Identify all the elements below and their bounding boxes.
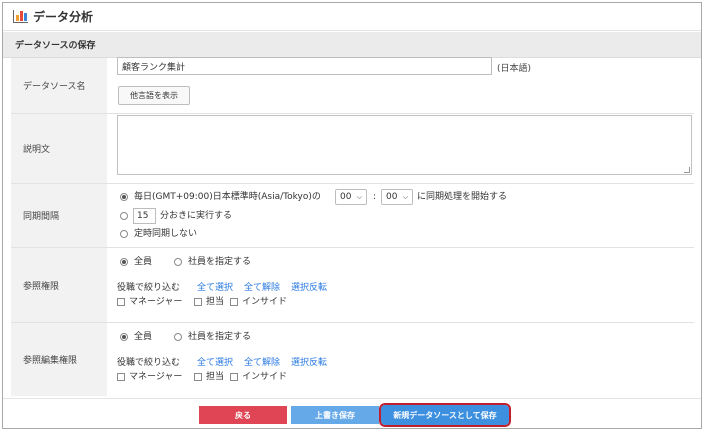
sync-daily-radio[interactable] (120, 193, 128, 201)
edit-invert-link[interactable]: 選択反転 (291, 358, 327, 368)
sync-minute-select[interactable]: 00 ⌵ (381, 189, 413, 205)
description-label: 説明文 (11, 114, 107, 183)
view-role-inside-checkbox[interactable] (230, 298, 238, 306)
edit-role-manager-label: マネージャー (129, 372, 183, 382)
section-header: データソースの保存 (3, 32, 701, 58)
app-title: データ分析 (33, 10, 94, 24)
language-note: (日本語) (497, 64, 532, 74)
edit-deselect-all-link[interactable]: 全て解除 (244, 358, 280, 368)
view-specify-label: 社員を指定する (188, 257, 252, 267)
sync-none-label: 定時同期しない (134, 229, 198, 239)
row-datasource-name: データソース名 顧客ランク集計 (日本語) 他言語を表示 (11, 57, 694, 114)
view-select-all-link[interactable]: 全て選択 (197, 283, 233, 293)
row-view-permission: 参照権限 全員 社員を指定する 役職で絞り込む 全て選択 全て解除 選択反転 マ… (11, 248, 694, 323)
edit-filter-label: 役職で絞り込む (117, 358, 181, 368)
edit-specify-label: 社員を指定する (188, 332, 252, 342)
bar-chart-icon (13, 10, 28, 23)
sync-none-radio[interactable] (120, 230, 128, 238)
view-role-manager-checkbox[interactable] (117, 298, 125, 306)
footer-actions: 戻る 上書き保存 新規データソースとして保存 (3, 398, 701, 428)
row-description: 説明文 (11, 114, 694, 184)
chevron-down-icon: ⌵ (356, 193, 362, 201)
overwrite-save-button[interactable]: 上書き保存 (291, 406, 379, 424)
edit-role-manager-checkbox[interactable] (117, 373, 125, 381)
view-all-label: 全員 (134, 257, 153, 267)
sync-interval-suffix: 分おきに実行する (160, 211, 233, 221)
description-textarea[interactable] (117, 115, 692, 175)
datasource-name-label: データソース名 (11, 58, 107, 113)
edit-permission-label: 参照編集権限 (11, 323, 107, 396)
chevron-down-icon: ⌵ (402, 193, 408, 201)
sync-minute-value: 00 (386, 192, 398, 202)
datasource-name-input[interactable]: 顧客ランク集計 (117, 57, 492, 75)
sync-hour-select[interactable]: 00 ⌵ (335, 189, 367, 205)
edit-role-staff-checkbox[interactable] (194, 373, 202, 381)
app-frame: データ分析 データソースの保存 データソース名 顧客ランク集計 (日本語) 他言… (2, 2, 702, 429)
row-edit-permission: 参照編集権限 全員 社員を指定する 役職で絞り込む 全て選択 全て解除 選択反転… (11, 323, 694, 396)
edit-role-inside-label: インサイド (242, 372, 288, 382)
sync-daily-suffix: に同期処理を開始する (417, 192, 508, 202)
edit-all-label: 全員 (134, 332, 153, 342)
sync-interval-input[interactable]: 15 (133, 208, 156, 224)
show-other-languages-button[interactable]: 他言語を表示 (118, 86, 190, 105)
sync-daily-prefix: 毎日(GMT+09:00)日本標準時(Asia/Tokyo)の (134, 192, 321, 202)
edit-role-inside-checkbox[interactable] (230, 373, 238, 381)
sync-interval-label: 同期間隔 (11, 184, 107, 247)
sync-interval-radio[interactable] (120, 212, 128, 220)
row-sync-interval: 同期間隔 毎日(GMT+09:00)日本標準時(Asia/Tokyo)の 00 … (11, 184, 694, 248)
view-deselect-all-link[interactable]: 全て解除 (244, 283, 280, 293)
edit-specify-radio[interactable] (174, 333, 182, 341)
view-role-staff-checkbox[interactable] (194, 298, 202, 306)
view-role-staff-label: 担当 (206, 297, 225, 307)
title-bar: データ分析 (3, 3, 701, 31)
time-colon: : (373, 192, 377, 202)
edit-role-staff-label: 担当 (206, 372, 225, 382)
view-role-manager-label: マネージャー (129, 297, 183, 307)
back-button[interactable]: 戻る (199, 406, 287, 424)
view-filter-label: 役職で絞り込む (117, 283, 181, 293)
view-invert-link[interactable]: 選択反転 (291, 283, 327, 293)
save-as-new-datasource-button[interactable]: 新規データソースとして保存 (379, 403, 511, 427)
view-permission-label: 参照権限 (11, 248, 107, 322)
view-all-radio[interactable] (120, 258, 128, 266)
edit-select-all-link[interactable]: 全て選択 (197, 358, 233, 368)
view-role-inside-label: インサイド (242, 297, 288, 307)
sync-hour-value: 00 (340, 192, 352, 202)
view-specify-radio[interactable] (174, 258, 182, 266)
resize-grip-icon[interactable] (684, 167, 690, 173)
edit-all-radio[interactable] (120, 333, 128, 341)
